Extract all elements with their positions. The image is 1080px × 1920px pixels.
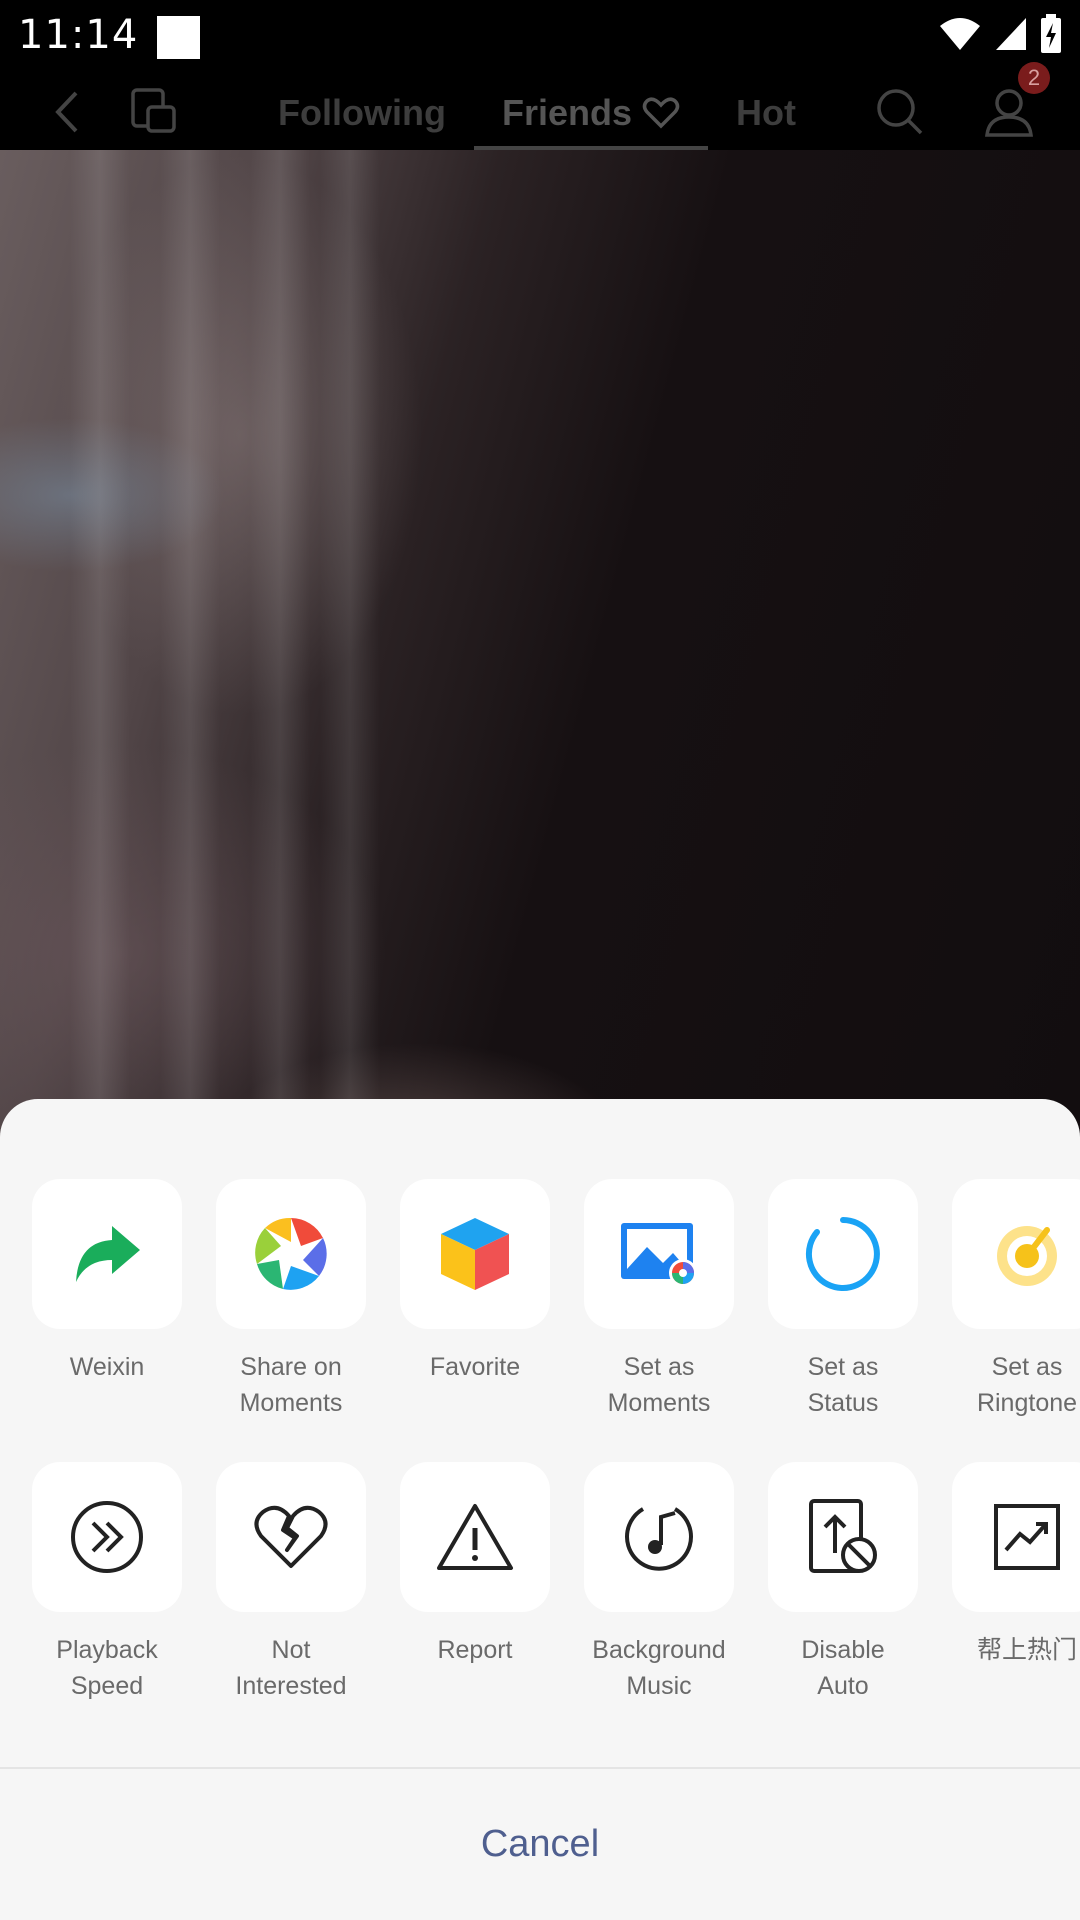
share-weixin-item[interactable]: Weixin xyxy=(32,1179,182,1421)
disable-auto-icon xyxy=(809,1499,877,1573)
music-note-icon xyxy=(625,1507,693,1571)
heart-icon xyxy=(642,97,680,129)
set-as-moments-label: Set as Moments xyxy=(607,1353,711,1417)
notification-icon xyxy=(157,16,200,59)
status-bar: 11:14 xyxy=(0,0,1080,75)
cellular-signal-icon xyxy=(996,18,1026,50)
share-moments-item[interactable]: Share on Moments xyxy=(216,1179,366,1421)
report-button[interactable] xyxy=(400,1462,550,1612)
disable-auto-button[interactable] xyxy=(768,1462,918,1612)
report-label: Report xyxy=(437,1636,513,1664)
playback-speed-icon xyxy=(71,1501,143,1573)
feed-tabs: Following Friends Hot xyxy=(250,75,824,150)
share-moments-label: Share on Moments xyxy=(239,1353,343,1417)
disable-auto-label: Disable Auto xyxy=(801,1636,885,1700)
share-arrow-icon xyxy=(76,1226,140,1282)
share-weixin-button[interactable] xyxy=(32,1179,182,1329)
set-as-moments-item[interactable]: Set as Moments xyxy=(584,1179,734,1421)
share-weixin-label: Weixin xyxy=(69,1353,145,1381)
set-as-ringtone-label: Set as Ringtone xyxy=(976,1353,1078,1417)
disable-auto-item[interactable]: Disable Auto xyxy=(768,1462,918,1704)
warning-triangle-icon xyxy=(437,1504,513,1570)
moments-aperture-icon xyxy=(255,1217,327,1290)
ringtone-icon xyxy=(997,1226,1057,1286)
image-moments-icon xyxy=(621,1223,697,1287)
background-music-item[interactable]: Background Music xyxy=(584,1462,734,1704)
favorite-label: Favorite xyxy=(429,1353,521,1381)
playback-speed-button[interactable] xyxy=(32,1462,182,1612)
favorite-item[interactable]: Favorite xyxy=(400,1179,550,1421)
cancel-button[interactable]: Cancel xyxy=(0,1769,1080,1920)
profile-icon[interactable] xyxy=(983,87,1035,139)
battery-charging-icon xyxy=(1041,14,1061,53)
background-music-label: Background Music xyxy=(592,1636,726,1700)
status-ring-icon xyxy=(805,1217,880,1291)
playback-speed-label: Playback Speed xyxy=(56,1636,158,1700)
favorite-cube-icon xyxy=(441,1218,509,1290)
boost-trending-item[interactable]: 帮上热门 xyxy=(952,1462,1080,1704)
set-as-moments-button[interactable] xyxy=(584,1179,734,1329)
boost-trending-label: 帮上热门 xyxy=(976,1636,1077,1664)
status-time: 11:14 xyxy=(18,12,139,58)
trending-chart-icon xyxy=(994,1504,1060,1570)
search-icon[interactable] xyxy=(875,87,925,137)
broken-heart-icon xyxy=(254,1505,328,1568)
background-music-button[interactable] xyxy=(584,1462,734,1612)
report-item[interactable]: Report xyxy=(400,1462,550,1704)
not-interested-button[interactable] xyxy=(216,1462,366,1612)
set-as-status-label: Set as Status xyxy=(807,1353,879,1417)
tab-hot[interactable]: Hot xyxy=(708,75,824,150)
set-as-ringtone-button[interactable] xyxy=(952,1179,1080,1329)
notification-badge: 2 xyxy=(1018,62,1050,94)
set-as-ringtone-item[interactable]: Set as Ringtone xyxy=(952,1179,1080,1421)
not-interested-item[interactable]: Not Interested xyxy=(216,1462,366,1704)
favorite-button[interactable] xyxy=(400,1179,550,1329)
wifi-icon xyxy=(940,18,980,50)
set-as-status-item[interactable]: Set as Status xyxy=(768,1179,918,1421)
action-row-secondary: Playback Speed Not Interested Report Bac… xyxy=(32,1462,1080,1704)
tab-friends[interactable]: Friends xyxy=(473,75,709,150)
tab-friends-label: Friends xyxy=(501,92,632,133)
not-interested-label: Not Interested xyxy=(235,1636,347,1700)
set-as-status-button[interactable] xyxy=(768,1179,918,1329)
tab-following[interactable]: Following xyxy=(250,75,474,150)
share-row-primary: Weixin Share on Moments Favorite Set as … xyxy=(32,1179,1080,1421)
share-sheet: Weixin Share on Moments Favorite Set as … xyxy=(0,1099,1080,1920)
video-background[interactable] xyxy=(0,75,1080,1175)
playback-speed-item[interactable]: Playback Speed xyxy=(32,1462,182,1704)
multi-window-icon[interactable] xyxy=(130,87,180,137)
share-moments-button[interactable] xyxy=(216,1179,366,1329)
back-chevron-icon[interactable] xyxy=(48,87,88,137)
top-navigation: Following Friends Hot 2 xyxy=(0,62,1080,150)
boost-trending-button[interactable] xyxy=(952,1462,1080,1612)
